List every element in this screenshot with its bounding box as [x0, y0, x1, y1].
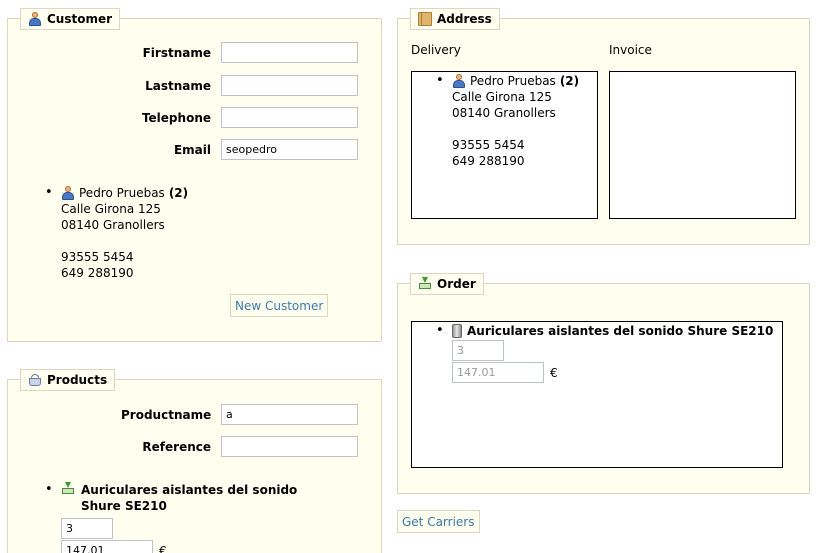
delivery-phone2: 649 288190 [452, 154, 525, 168]
products-legend-label: Products [47, 373, 108, 387]
reference-label: Reference [142, 439, 211, 454]
telephone-label: Telephone [141, 110, 211, 125]
order-legend: Order [410, 273, 484, 295]
delivery-name: Pedro Pruebas [470, 74, 556, 88]
products-results-list: Auriculares aislantes del sonido Shure S… [45, 482, 351, 553]
order-quantity-input[interactable] [452, 340, 504, 361]
firstname-input[interactable] [221, 42, 358, 63]
firstname-row: Firstname [121, 42, 358, 63]
lastname-label: Lastname [145, 78, 211, 93]
order-legend-label: Order [437, 277, 476, 291]
new-customer-button[interactable]: New Customer [230, 294, 329, 317]
email-input[interactable] [221, 139, 358, 160]
product-quantity-input[interactable] [61, 518, 113, 539]
order-cart-icon [418, 277, 432, 291]
firstname-label: Firstname [142, 45, 211, 60]
telephone-input[interactable] [221, 107, 358, 128]
delivery-street: Calle Girona 125 [452, 90, 552, 104]
invoice-address-box[interactable] [609, 71, 796, 219]
productname-label: Productname [121, 407, 212, 422]
customer-icon [28, 12, 42, 26]
customer-results-list: Pedro Pruebas (2) Calle Girona 125 08140… [45, 185, 189, 281]
order-price-input[interactable] [452, 362, 544, 383]
person-icon [452, 74, 466, 88]
get-carriers-button[interactable]: Get Carriers [397, 510, 480, 533]
product-result-item[interactable]: Auriculares aislantes del sonido Shure S… [45, 482, 351, 553]
email-label: Email [173, 142, 211, 157]
telephone-row: Telephone [121, 107, 358, 128]
product-price-input[interactable] [61, 540, 153, 553]
reference-row: Reference [121, 436, 358, 457]
delete-item-icon[interactable] [452, 324, 462, 338]
products-legend: Products [20, 369, 116, 391]
order-items-list: Auriculares aislantes del sonido Shure S… [436, 323, 774, 383]
product-result-name: Auriculares aislantes del sonido Shure S… [81, 483, 298, 513]
address-book-icon [418, 12, 432, 26]
basket-icon [28, 373, 42, 387]
person-icon [61, 186, 75, 200]
address-legend: Address [410, 8, 500, 30]
lastname-input[interactable] [221, 75, 358, 96]
delivery-count: (2) [559, 74, 580, 88]
product-currency: € [159, 543, 167, 553]
delivery-address-list: Pedro Pruebas (2) Calle Girona 125 08140… [436, 73, 580, 169]
customer-result-city: 08140 Granollers [61, 218, 165, 232]
address-legend-label: Address [437, 12, 492, 26]
customer-result-item[interactable]: Pedro Pruebas (2) Calle Girona 125 08140… [45, 185, 189, 281]
productname-row: Productname [121, 404, 358, 425]
delivery-city: 08140 Granollers [452, 106, 556, 120]
customer-result-street: Calle Girona 125 [61, 202, 161, 216]
customer-legend: Customer [20, 8, 121, 30]
invoice-label: Invoice [609, 43, 652, 57]
delivery-label: Delivery [411, 43, 461, 57]
delivery-phone1: 93555 5454 [452, 138, 525, 152]
order-currency: € [550, 365, 558, 380]
lastname-row: Lastname [121, 75, 358, 96]
customer-result-count: (2) [168, 186, 189, 200]
customer-result-name[interactable]: Pedro Pruebas [79, 185, 165, 201]
productname-input[interactable] [221, 404, 358, 425]
order-item-name: Auriculares aislantes del sonido Shure S… [467, 324, 774, 338]
customer-legend-label: Customer [47, 12, 113, 26]
customer-result-phone1: 93555 5454 [61, 250, 134, 264]
reference-input[interactable] [221, 436, 358, 457]
email-row: Email [121, 139, 358, 160]
customer-result-phone2: 649 288190 [61, 266, 134, 280]
delivery-address-item[interactable]: Pedro Pruebas (2) Calle Girona 125 08140… [436, 73, 580, 169]
add-to-cart-icon[interactable] [61, 482, 75, 496]
order-item: Auriculares aislantes del sonido Shure S… [436, 323, 774, 383]
